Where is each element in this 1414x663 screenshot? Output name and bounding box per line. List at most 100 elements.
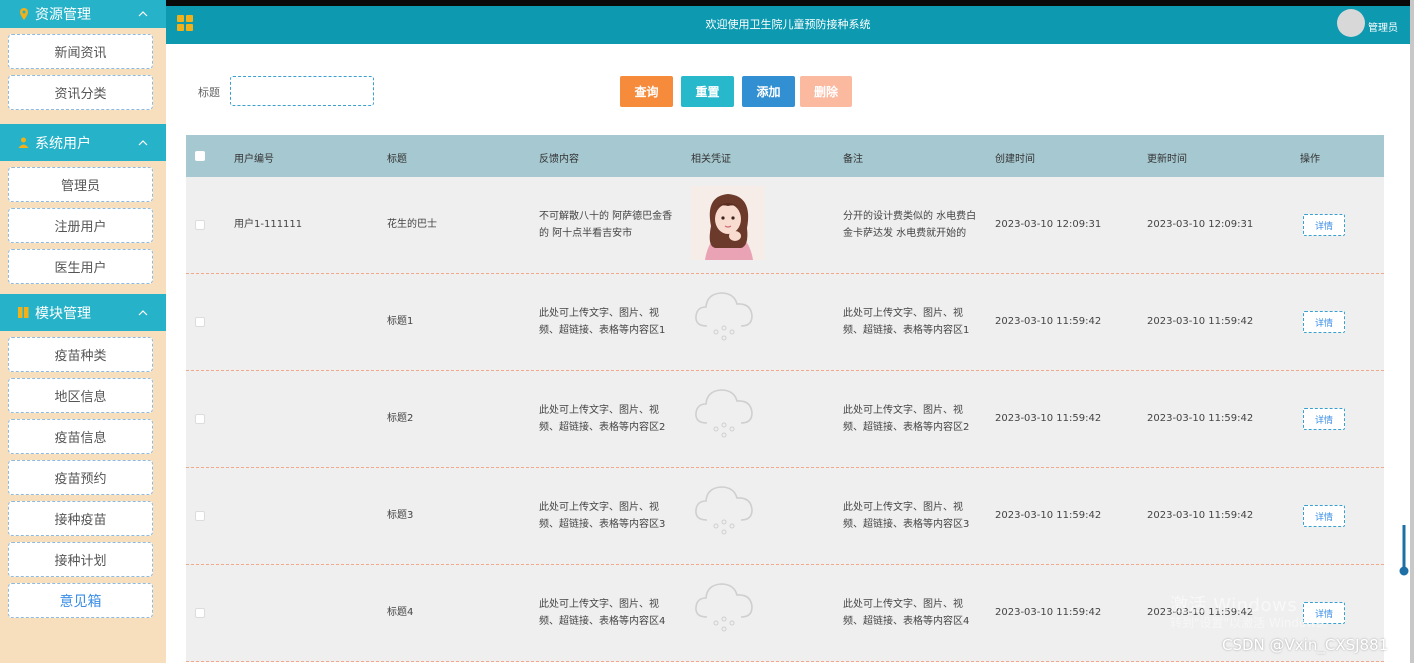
cell-created: 2023-03-10 11:59:42	[995, 607, 1102, 618]
current-user-label[interactable]: 管理员	[1368, 19, 1398, 34]
cell-title: 标题4	[387, 607, 414, 618]
cell-content-line1: 此处可上传文字、图片、视	[539, 405, 659, 416]
col-action: 操作	[1300, 154, 1320, 165]
table-header: 用户编号 标题 反馈内容 相关凭证 备注 创建时间 更新时间 操作	[186, 135, 1384, 177]
table-row: 标题3 此处可上传文字、图片、视 频、超链接、表格等内容区3 此处可上传文字、图…	[186, 468, 1384, 565]
sidebar-group-title: 系统用户	[35, 135, 91, 152]
module-icon	[18, 307, 29, 318]
detail-button[interactable]: 详情	[1303, 214, 1345, 236]
table-row: 标题2 此处可上传文字、图片、视 频、超链接、表格等内容区2 此处可上传文字、图…	[186, 371, 1384, 468]
avatar[interactable]	[1337, 9, 1365, 37]
cell-created: 2023-03-10 12:09:31	[995, 219, 1102, 230]
row-checkbox[interactable]	[195, 414, 205, 424]
detail-button[interactable]: 详情	[1303, 311, 1345, 333]
cell-content-line1: 此处可上传文字、图片、视	[539, 599, 659, 610]
row-checkbox[interactable]	[195, 511, 205, 521]
cell-created: 2023-03-10 11:59:42	[995, 413, 1102, 424]
sidebar-item-vaccine-appointment[interactable]: 疫苗预约	[8, 460, 153, 495]
sidebar-item-vaccination[interactable]: 接种疫苗	[8, 501, 153, 536]
sidebar-item-vaccination-plan[interactable]: 接种计划	[8, 542, 153, 577]
cell-title: 花生的巴士	[387, 219, 437, 230]
title-search-input[interactable]	[230, 76, 374, 106]
cell-content-line2: 频、超链接、表格等内容区2	[539, 422, 666, 433]
csdn-watermark: CSDN @Vxin_CXSJ881	[1222, 636, 1389, 654]
sidebar: 资源管理 新闻资讯 资讯分类 系统用户 管理员 注册用户 医生用户 模块管理 疫…	[0, 0, 166, 663]
cell-updated: 2023-03-10 11:59:42	[1147, 510, 1254, 521]
chevron-up-icon	[138, 139, 148, 145]
col-remark: 备注	[843, 154, 863, 165]
detail-button[interactable]: 详情	[1303, 408, 1345, 430]
reset-button[interactable]: 重置	[681, 76, 734, 107]
chevron-up-icon	[138, 309, 148, 315]
cell-remark-line1: 此处可上传文字、图片、视	[843, 599, 963, 610]
cell-remark-line2: 频、超链接、表格等内容区3	[843, 519, 970, 530]
cell-title: 标题1	[387, 316, 414, 327]
cell-updated: 2023-03-10 12:09:31	[1147, 219, 1254, 230]
cell-updated: 2023-03-10 11:59:42	[1147, 413, 1254, 424]
sidebar-group-title: 模块管理	[35, 305, 91, 322]
sidebar-item-vaccine-type[interactable]: 疫苗种类	[8, 337, 153, 372]
proof-photo[interactable]	[691, 186, 765, 260]
query-button[interactable]: 查询	[620, 76, 673, 107]
sidebar-group-modules[interactable]: 模块管理	[0, 294, 166, 331]
cell-remark-line1: 此处可上传文字、图片、视	[843, 502, 963, 513]
col-proof: 相关凭证	[691, 154, 731, 165]
delete-button[interactable]: 删除	[800, 76, 852, 107]
sidebar-item-region-info[interactable]: 地区信息	[8, 378, 153, 413]
cell-user-id: 用户1-111111	[234, 219, 303, 230]
feedback-table: 用户编号 标题 反馈内容 相关凭证 备注 创建时间 更新时间 操作 用户1-11…	[186, 135, 1384, 662]
app-title: 欢迎使用卫生院儿童预防接种系统	[705, 18, 871, 31]
title-filter-label: 标题	[198, 86, 220, 99]
sidebar-item-admin[interactable]: 管理员	[8, 167, 153, 202]
cell-content-line2: 频、超链接、表格等内容区1	[539, 325, 666, 336]
sidebar-item-news[interactable]: 新闻资讯	[8, 34, 153, 69]
add-button[interactable]: 添加	[742, 76, 795, 107]
sidebar-item-doctor-users[interactable]: 医生用户	[8, 249, 153, 284]
select-all-checkbox[interactable]	[195, 151, 205, 161]
table-row: 用户1-111111 花生的巴士 不可解散八十的 阿萨德巴金香 的 阿十点半看吉…	[186, 177, 1384, 274]
col-updated: 更新时间	[1147, 154, 1187, 165]
cell-remark-line2: 金卡萨达发 水电费就开始的	[843, 228, 967, 239]
sidebar-item-vaccine-info[interactable]: 疫苗信息	[8, 419, 153, 454]
sidebar-item-news-category[interactable]: 资讯分类	[8, 75, 153, 110]
cell-remark-line2: 频、超链接、表格等内容区4	[843, 616, 970, 627]
scrollbar-thumb[interactable]	[1398, 525, 1410, 577]
cell-remark-line1: 此处可上传文字、图片、视	[843, 405, 963, 416]
col-user-id: 用户编号	[234, 154, 274, 165]
sidebar-group-users[interactable]: 系统用户	[0, 124, 166, 161]
location-pin-icon	[18, 8, 29, 20]
sidebar-group-title: 资源管理	[35, 7, 91, 23]
table-row: 标题1 此处可上传文字、图片、视 频、超链接、表格等内容区1 此处可上传文字、图…	[186, 274, 1384, 371]
top-header: 欢迎使用卫生院儿童预防接种系统 管理员	[166, 0, 1410, 44]
cell-title: 标题2	[387, 413, 414, 424]
cell-content-line1: 此处可上传文字、图片、视	[539, 502, 659, 513]
col-content: 反馈内容	[539, 154, 579, 165]
cell-remark-line2: 频、超链接、表格等内容区1	[843, 325, 970, 336]
col-title: 标题	[387, 154, 407, 165]
cell-updated: 2023-03-10 11:59:42	[1147, 316, 1254, 327]
cell-content-line2: 频、超链接、表格等内容区4	[539, 616, 666, 627]
cell-remark-line2: 频、超链接、表格等内容区2	[843, 422, 970, 433]
chevron-up-icon	[138, 11, 148, 17]
sidebar-item-feedback-box[interactable]: 意见箱	[8, 583, 153, 618]
cell-content-line1: 此处可上传文字、图片、视	[539, 308, 659, 319]
row-checkbox[interactable]	[195, 608, 205, 618]
user-icon	[18, 137, 29, 148]
cell-remark-line1: 分开的设计费类似的 水电费白	[843, 211, 977, 222]
image-placeholder-icon	[695, 389, 753, 438]
image-placeholder-icon	[695, 292, 753, 341]
image-placeholder-icon	[695, 486, 753, 535]
image-placeholder-icon	[695, 583, 753, 632]
page-scrollbar[interactable]	[1410, 0, 1414, 663]
cell-content-line1: 不可解散八十的 阿萨德巴金香	[539, 211, 673, 222]
sidebar-group-resource[interactable]: 资源管理	[0, 0, 166, 28]
sidebar-item-registered-users[interactable]: 注册用户	[8, 208, 153, 243]
cell-remark-line1: 此处可上传文字、图片、视	[843, 308, 963, 319]
cell-created: 2023-03-10 11:59:42	[995, 510, 1102, 521]
cell-title: 标题3	[387, 510, 414, 521]
detail-button[interactable]: 详情	[1303, 505, 1345, 527]
row-checkbox[interactable]	[195, 317, 205, 327]
windows-activation-subtitle: 转到"设置"以激活 Windows。	[1170, 616, 1335, 630]
row-checkbox[interactable]	[195, 220, 205, 230]
main-content: 标题 查询 重置 添加 删除 用户编号 标题 反馈内容 相关凭证 备注 创建时间…	[166, 44, 1410, 663]
